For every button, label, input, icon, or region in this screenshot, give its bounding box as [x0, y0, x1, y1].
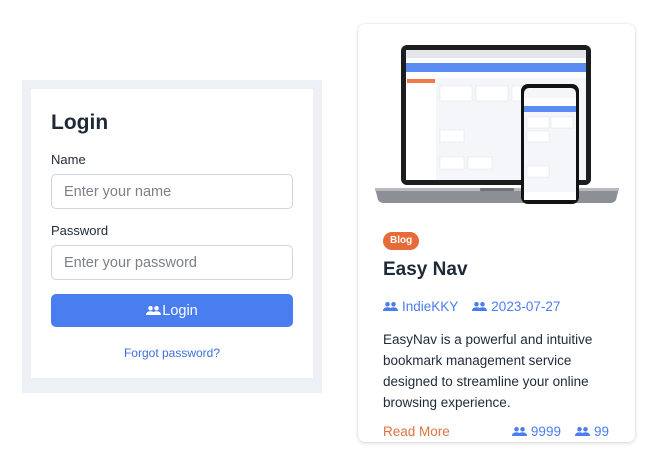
- login-card: Login Name Password Login Forgot passwor…: [31, 89, 313, 378]
- blog-card[interactable]: Blog Easy Nav IndieKKY 2023-07-27 EasyNa…: [358, 24, 635, 442]
- author-name: IndieKKY: [402, 299, 459, 314]
- password-input[interactable]: [51, 245, 293, 280]
- views-count: 9999: [511, 424, 561, 439]
- password-label: Password: [51, 223, 109, 238]
- post-title[interactable]: Easy Nav: [383, 259, 468, 281]
- category-badge[interactable]: Blog: [383, 232, 420, 250]
- author[interactable]: IndieKKY: [383, 299, 458, 314]
- forgot-password-link[interactable]: Forgot password?: [51, 346, 293, 360]
- login-button[interactable]: Login: [51, 294, 293, 327]
- post-date: 2023-07-27: [472, 299, 560, 314]
- date-text: 2023-07-27: [491, 299, 561, 314]
- name-label: Name: [51, 152, 86, 167]
- users-icon: [574, 427, 590, 436]
- login-frame: Login Name Password Login Forgot passwor…: [22, 80, 322, 393]
- post-description: EasyNav is a powerful and intuitive book…: [383, 332, 593, 410]
- views-value: 9999: [530, 424, 561, 439]
- users-icon: [146, 306, 162, 315]
- users-icon: [472, 302, 488, 311]
- post-stats: 9999 99: [498, 424, 609, 439]
- laptop-phone-mockup-image: [375, 45, 619, 204]
- users-icon: [511, 427, 527, 436]
- likes-count: 99: [574, 424, 609, 439]
- likes-value: 99: [593, 424, 609, 439]
- name-input[interactable]: [51, 174, 293, 209]
- login-title: Login: [51, 111, 109, 134]
- read-more-link[interactable]: Read More: [383, 424, 450, 439]
- post-meta: IndieKKY 2023-07-27: [383, 299, 574, 314]
- users-icon: [383, 302, 398, 311]
- login-button-label: Login: [162, 302, 198, 319]
